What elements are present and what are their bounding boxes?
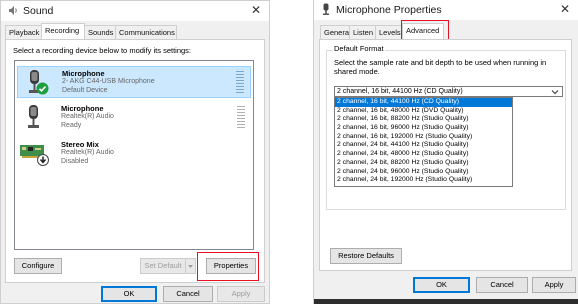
speaker-icon bbox=[8, 5, 19, 18]
properties-button[interactable]: Properties bbox=[206, 258, 256, 274]
device-name: Stereo Mix bbox=[61, 140, 99, 149]
restore-defaults-button[interactable]: Restore Defaults bbox=[330, 248, 402, 264]
dropdown-option[interactable]: 2 channel, 24 bit, 96000 Hz (Studio Qual… bbox=[335, 168, 512, 177]
tab-levels[interactable]: Levels bbox=[375, 25, 403, 39]
microphone-icon bbox=[23, 104, 45, 134]
window-title: Sound bbox=[23, 5, 54, 17]
recording-panel: Select a recording device below to modif… bbox=[5, 39, 265, 283]
default-format-description: Select the sample rate and bit depth to … bbox=[334, 58, 547, 76]
ok-button[interactable]: OK bbox=[413, 277, 470, 293]
device-status: Default Device bbox=[62, 87, 108, 94]
dropdown-option[interactable]: 2 channel, 16 bit, 48000 Hz (DVD Quality… bbox=[335, 107, 512, 116]
tab-playback[interactable]: Playback bbox=[5, 25, 42, 39]
device-item-stereo-mix[interactable]: Stereo Mix Realtek(R) Audio Disabled bbox=[17, 138, 251, 170]
chevron-down-icon[interactable] bbox=[185, 259, 195, 273]
sample-rate-select[interactable]: 2 channel, 16 bit, 44100 Hz (CD Quality) bbox=[334, 86, 563, 97]
cancel-button[interactable]: Cancel bbox=[476, 277, 528, 293]
instruction-text: Select a recording device below to modif… bbox=[13, 46, 192, 55]
default-format-label: Default Format bbox=[333, 44, 385, 53]
background-gap bbox=[270, 0, 313, 304]
level-meter bbox=[237, 106, 245, 130]
dropdown-option[interactable]: 2 channel, 16 bit, 192000 Hz (Studio Qua… bbox=[335, 133, 512, 142]
device-driver: Realtek(R) Audio bbox=[61, 113, 114, 120]
taskbar-strip bbox=[314, 299, 578, 304]
chevron-down-icon bbox=[551, 87, 559, 101]
device-item-realtek-microphone[interactable]: Microphone Realtek(R) Audio Ready bbox=[17, 102, 251, 134]
dropdown-option[interactable]: 2 channel, 24 bit, 88200 Hz (Studio Qual… bbox=[335, 159, 512, 168]
apply-button[interactable]: Apply bbox=[532, 277, 576, 293]
cancel-button[interactable]: Cancel bbox=[163, 286, 213, 302]
set-default-label: Set Default bbox=[144, 261, 182, 270]
sample-rate-dropdown-list[interactable]: 2 channel, 16 bit, 44100 Hz (CD Quality)… bbox=[334, 97, 513, 187]
sound-dialog: Sound ✕ Playback Recording Sounds Commun… bbox=[0, 0, 270, 304]
apply-button[interactable]: Apply bbox=[217, 286, 265, 302]
close-icon[interactable]: ✕ bbox=[249, 3, 263, 17]
tab-communications[interactable]: Communications bbox=[115, 25, 177, 39]
device-status: Ready bbox=[61, 122, 82, 129]
dropdown-option[interactable]: 2 channel, 16 bit, 96000 Hz (Studio Qual… bbox=[335, 124, 512, 133]
checkmark-icon bbox=[36, 82, 49, 97]
ok-button[interactable]: OK bbox=[101, 286, 157, 302]
tab-advanced[interactable]: Advanced bbox=[402, 23, 444, 39]
set-default-button[interactable]: Set Default bbox=[140, 258, 196, 274]
device-list[interactable]: Microphone 2- AKG C44-USB Microphone Def… bbox=[14, 60, 254, 250]
select-value: 2 channel, 16 bit, 44100 Hz (CD Quality) bbox=[337, 88, 463, 95]
close-icon[interactable]: ✕ bbox=[558, 2, 572, 16]
window-title: Microphone Properties bbox=[336, 4, 442, 16]
dropdown-option[interactable]: 2 channel, 24 bit, 192000 Hz (Studio Qua… bbox=[335, 176, 512, 185]
device-driver: 2- AKG C44-USB Microphone bbox=[62, 78, 155, 85]
dropdown-option[interactable]: 2 channel, 24 bit, 44100 Hz (Studio Qual… bbox=[335, 141, 512, 150]
tab-recording[interactable]: Recording bbox=[41, 23, 85, 39]
mic-titlebar: Microphone Properties ✕ bbox=[314, 0, 578, 20]
level-meter bbox=[236, 71, 244, 95]
sound-titlebar: Sound ✕ bbox=[1, 1, 269, 21]
device-item-akg-microphone[interactable]: Microphone 2- AKG C44-USB Microphone Def… bbox=[17, 66, 251, 98]
device-status: Disabled bbox=[61, 158, 89, 165]
dropdown-option[interactable]: 2 channel, 16 bit, 44100 Hz (CD Quality) bbox=[335, 98, 512, 107]
dropdown-option[interactable]: 2 channel, 16 bit, 88200 Hz (Studio Qual… bbox=[335, 115, 512, 124]
device-name: Microphone bbox=[62, 69, 105, 78]
configure-button[interactable]: Configure bbox=[14, 258, 62, 274]
disabled-arrow-icon bbox=[37, 154, 49, 168]
tab-general[interactable]: General bbox=[320, 25, 351, 39]
microphone-icon bbox=[321, 3, 331, 18]
advanced-panel: Default Format Select the sample rate an… bbox=[319, 39, 572, 271]
tab-listen[interactable]: Listen bbox=[349, 25, 376, 39]
device-driver: Realtek(R) Audio bbox=[61, 149, 114, 156]
microphone-properties-dialog: Microphone Properties ✕ General Listen L… bbox=[313, 0, 578, 304]
tab-sounds[interactable]: Sounds bbox=[84, 25, 116, 39]
dropdown-option[interactable]: 2 channel, 24 bit, 48000 Hz (Studio Qual… bbox=[335, 150, 512, 159]
device-name: Microphone bbox=[61, 104, 104, 113]
